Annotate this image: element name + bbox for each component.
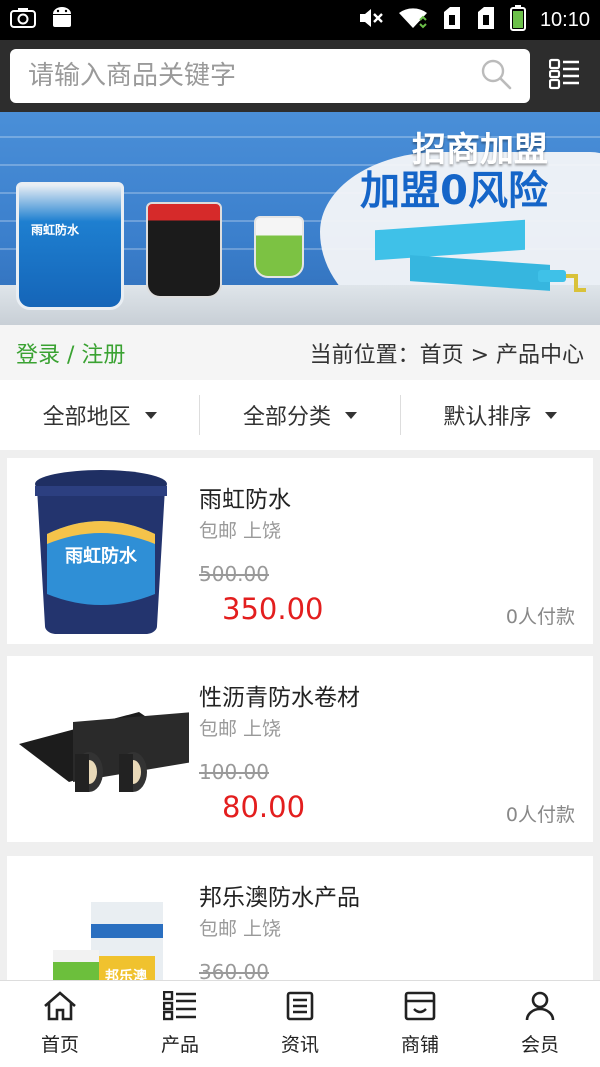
breadcrumb: 当前位置：首页 > 产品中心 [309,342,584,368]
banner-bucket-large: 雨虹防水 [16,182,124,310]
dropdown-caret-icon [345,411,357,419]
filter-region-label: 全部地区 [42,405,131,430]
product-thumbnail [13,662,193,836]
nav-products-label: 产品 [160,1034,199,1056]
banner-title-line1: 招商加盟 [412,130,548,170]
login-register-link[interactable]: 登录 / 注册 [16,337,125,369]
battery-icon [509,5,526,35]
filter-category-label: 全部分类 [242,405,331,430]
sim1-icon [442,6,462,34]
category-menu-button[interactable] [530,40,600,112]
search-input[interactable] [28,61,448,91]
dropdown-caret-icon [144,411,157,419]
paint-roller-icon [538,262,588,306]
search-icon[interactable] [480,58,512,94]
product-old-price: 100.00 [199,760,269,784]
product-paid-count: 0人付款 [505,804,575,826]
status-bar: 10:10 [0,0,600,40]
screenshot-icon [10,7,36,33]
mute-icon [358,6,384,34]
product-old-price: 500.00 [199,562,269,586]
breadcrumb-bar: 登录 / 注册 当前位置：首页 > 产品中心 [0,325,600,380]
search-bar[interactable] [10,49,530,103]
clock: 10:10 [539,8,590,31]
product-name: 性沥青防水卷材 [199,685,360,711]
nav-shops-label: 商铺 [400,1034,439,1056]
product-card[interactable]: 邦乐澳 邦乐澳防水产品 包邮 上饶 360.00 [7,856,593,980]
filter-bar: 全部地区 全部分类 默认排序 [0,380,600,450]
product-card[interactable]: 性沥青防水卷材 包邮 上饶 100.00 80.00 0人付款 [7,656,593,842]
android-icon [50,5,74,35]
filter-sort-label: 默认排序 [443,405,532,430]
top-header [0,40,600,112]
news-icon [285,991,315,1026]
banner-title: 招商加盟 加盟0风险 [360,130,548,215]
product-price: 80.00 [222,790,306,824]
product-meta: 包邮 上饶 [199,520,282,542]
product-thumbnail: 邦乐澳 [13,862,189,980]
filter-region[interactable]: 全部地区 [0,395,199,435]
product-meta: 包邮 上饶 [199,918,282,940]
nav-news[interactable]: 资讯 [240,981,360,1067]
product-old-price: 360.00 [199,960,269,980]
nav-home[interactable]: 首页 [0,981,120,1067]
category-list-icon [548,58,581,94]
product-list: 雨虹防水 雨虹防水 包邮 上饶 500.00 350.00 0人付款 性沥青防水… [0,450,600,980]
nav-shops[interactable]: 商铺 [360,981,480,1067]
home-icon [43,991,77,1026]
banner-bucket-medium [146,202,222,298]
nav-member-label: 会员 [520,1034,559,1056]
product-paid-count: 0人付款 [505,606,575,628]
dropdown-caret-icon [545,411,558,419]
sim2-icon [476,6,496,34]
product-name: 邦乐澳防水产品 [199,885,360,911]
shop-icon [403,991,437,1026]
filter-category[interactable]: 全部分类 [199,395,399,435]
product-name: 雨虹防水 [199,487,291,513]
nav-products[interactable]: 产品 [120,981,240,1067]
user-icon [525,991,555,1026]
thumbnail-label: 邦乐澳 [105,969,147,980]
product-card[interactable]: 雨虹防水 雨虹防水 包邮 上饶 500.00 350.00 0人付款 [7,458,593,644]
banner-bucket-small [254,216,304,278]
product-price: 350.00 [222,592,324,626]
banner-bucket-label: 雨虹防水 [31,223,80,237]
promo-banner[interactable]: 雨虹防水 招商加盟 加盟0风险 [0,112,600,325]
product-thumbnail: 雨虹防水 [13,464,189,638]
list-icon [162,990,197,1026]
thumbnail-label: 雨虹防水 [65,546,137,567]
nav-member[interactable]: 会员 [480,981,600,1067]
wifi-icon [398,6,428,34]
nav-news-label: 资讯 [280,1034,319,1056]
nav-home-label: 首页 [40,1034,79,1056]
bottom-nav: 首页 产品 资讯 商铺 会员 [0,980,600,1067]
product-meta: 包邮 上饶 [199,718,282,740]
filter-sort[interactable]: 默认排序 [399,395,600,435]
banner-title-line2: 加盟0风险 [360,168,548,215]
